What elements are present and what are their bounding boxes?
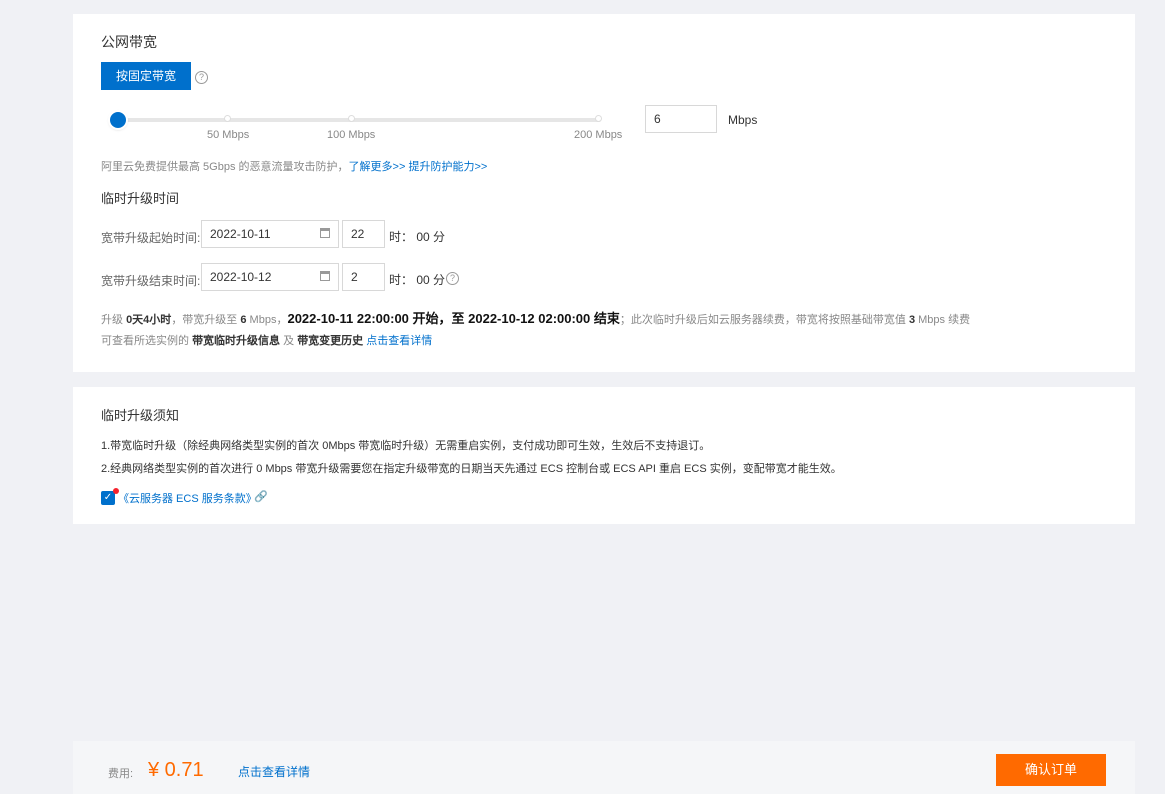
end-date-value: 2022-10-12 (210, 270, 272, 284)
question-circle-icon[interactable]: ? (195, 71, 208, 84)
upgrade-protection-link[interactable]: 提升防护能力>> (408, 161, 487, 173)
bandwidth-history-label: 带宽变更历史 (297, 335, 364, 347)
tick-label-100: 100 Mbps (327, 129, 376, 141)
start-time-suffix: 时： 00 分 (389, 230, 446, 244)
notice-item-2: 2.经典网络类型实例的首次进行 0 Mbps 带宽升级需要您在指定升级带宽的日期… (101, 463, 842, 475)
end-time-label: 宽带升级结束时间: (101, 274, 201, 288)
calendar-icon (320, 271, 330, 281)
ddos-notice: 阿里云免费提供最高 5Gbps 的恶意流量攻击防护，了解更多>> 提升防护能力>… (101, 158, 487, 174)
start-hour-input[interactable]: 22 (342, 220, 385, 248)
view-details-link[interactable]: 点击查看详情 (363, 335, 432, 347)
end-hour-input[interactable]: 2 (342, 263, 385, 291)
summary-text: 可查看所选实例的 (101, 335, 193, 347)
learn-more-link[interactable]: 了解更多>> (349, 161, 406, 173)
bandwidth-title: 公网带宽 (101, 34, 157, 50)
notice-item-1: 1.带宽临时升级（除经典网络类型实例的首次 0Mbps 带宽临时升级）无需重启实… (101, 440, 711, 452)
summary-period: 2022-10-11 22:00:00 开始，至 2022-10-12 02:0… (287, 311, 620, 326)
tick-label-200: 200 Mbps (574, 129, 623, 141)
slider-tick-50 (224, 115, 231, 122)
upgrade-summary: 升级 0天4小时，带宽升级至 6 Mbps，2022-10-11 22:00:0… (101, 308, 970, 327)
start-date-picker[interactable]: 2022-10-11 (201, 220, 339, 248)
notice-title: 临时升级须知 (101, 408, 180, 423)
summary-text: 及 (280, 335, 298, 347)
notice-card: 临时升级须知 1.带宽临时升级（除经典网络类型实例的首次 0Mbps 带宽临时升… (73, 387, 1135, 524)
calendar-icon (320, 228, 330, 238)
temp-upgrade-title: 临时升级时间 (101, 191, 180, 206)
fee-label: 费用: (108, 768, 134, 780)
summary-text: Mbps 续费 (915, 314, 971, 326)
confirm-order-button[interactable]: 确认订单 (996, 754, 1106, 786)
end-time-suffix: 时： 00 分 (389, 273, 446, 287)
slider-tick-200 (595, 115, 602, 122)
summary-text: Mbps， (246, 314, 288, 326)
tick-label-50: 50 Mbps (207, 129, 250, 141)
order-footer: 费用: ¥ 0.71 点击查看详情 确认订单 (73, 741, 1135, 794)
start-date-value: 2022-10-11 (210, 227, 271, 241)
slider-tick-100 (348, 115, 355, 122)
ecs-terms-link[interactable]: 《云服务器 ECS 服务条款》 (118, 490, 257, 506)
question-circle-icon[interactable]: ? (446, 272, 459, 285)
bandwidth-unit: Mbps (728, 113, 758, 127)
bandwidth-input[interactable]: 6 (645, 105, 717, 133)
fixed-bandwidth-button[interactable]: 按固定带宽 (101, 62, 192, 90)
upgrade-history-line: 可查看所选实例的 带宽临时升级信息 及 带宽变更历史 点击查看详情 (101, 332, 432, 348)
bandwidth-slider-handle[interactable] (110, 112, 126, 128)
summary-duration: 0天4小时 (126, 314, 172, 326)
summary-text: ；此次临时升级后如云服务器续费，带宽将按照基础带宽值 (619, 314, 909, 326)
price-value: ¥ 0.71 (148, 759, 204, 781)
end-date-picker[interactable]: 2022-10-12 (201, 263, 339, 291)
fee-details-link[interactable]: 点击查看详情 (238, 763, 310, 780)
start-time-label: 宽带升级起始时间: (101, 231, 201, 245)
link-icon: 🔗 (254, 491, 268, 503)
bandwidth-slider-track[interactable] (109, 118, 601, 122)
upgrade-info-label: 带宽临时升级信息 (192, 335, 281, 347)
summary-text: 升级 (101, 314, 127, 326)
ddos-text: 阿里云免费提供最高 5Gbps 的恶意流量攻击防护， (101, 161, 349, 173)
summary-text: ，带宽升级至 (171, 314, 241, 326)
bandwidth-card: 公网带宽 按固定带宽 ? 50 Mbps 100 Mbps 200 Mbps 6… (73, 14, 1135, 372)
